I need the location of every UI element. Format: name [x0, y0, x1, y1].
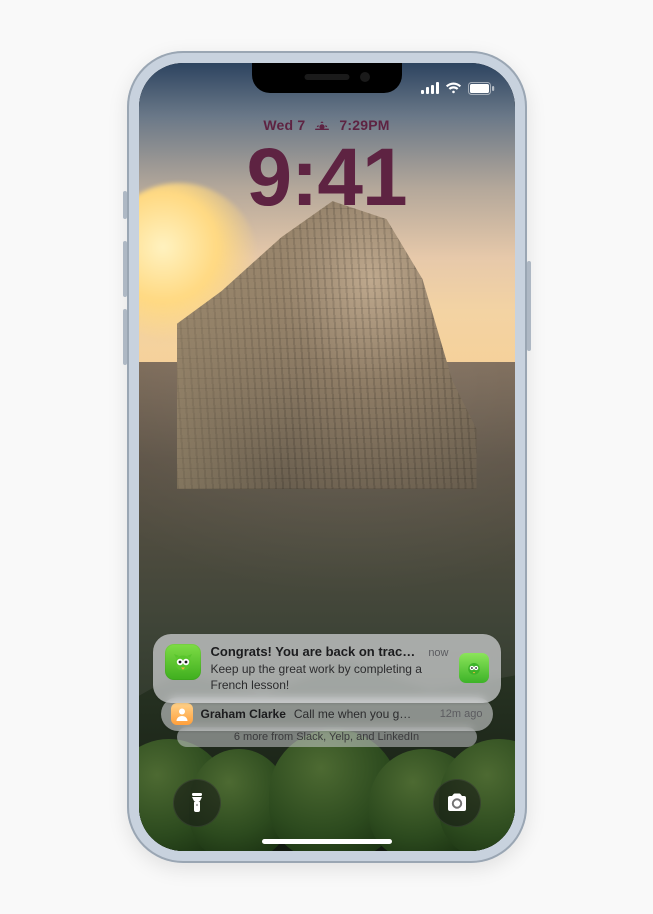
sunset-icon — [315, 119, 329, 131]
notch — [252, 63, 402, 93]
notif-body: Keep up the great work by completing a F… — [211, 661, 449, 693]
lock-header: Wed 7 7:29PM — [139, 117, 515, 219]
lock-date-row[interactable]: Wed 7 7:29PM — [263, 117, 389, 133]
battery-icon — [468, 82, 495, 95]
notification-more-label: 6 more from Slack, Yelp, and LinkedIn — [234, 731, 419, 743]
notification-stack[interactable]: Congrats! You are back on track! 👋 now K… — [153, 634, 501, 757]
device-stage: Wed 7 7:29PM — [0, 0, 653, 914]
home-indicator[interactable] — [262, 839, 392, 844]
lock-sunset-label: 7:29PM — [339, 117, 389, 133]
lock-day-label: Wed 7 — [263, 117, 305, 133]
camera-icon — [445, 793, 469, 813]
wifi-icon — [445, 82, 462, 94]
camera-button[interactable] — [433, 779, 481, 827]
notification-primary[interactable]: Congrats! You are back on track! 👋 now K… — [153, 634, 501, 703]
notif-sender: Graham Clarke — [201, 707, 286, 721]
mute-switch[interactable] — [123, 191, 127, 219]
volume-up-button[interactable] — [123, 241, 127, 297]
notif-time: 12m ago — [440, 708, 483, 720]
status-right — [421, 82, 495, 95]
screen: Wed 7 7:29PM — [139, 63, 515, 851]
cellular-icon — [421, 82, 439, 94]
phone-frame: Wed 7 7:29PM — [127, 51, 527, 863]
duolingo-owl-icon — [459, 653, 489, 683]
notif-preview: Call me when you g… — [294, 707, 432, 721]
lock-bottom-controls — [139, 779, 515, 827]
flashlight-button[interactable] — [173, 779, 221, 827]
person-avatar-icon — [171, 703, 193, 725]
power-button[interactable] — [527, 261, 531, 351]
lock-clock: 9:41 — [139, 137, 515, 219]
duolingo-icon — [165, 644, 201, 680]
flashlight-icon — [187, 792, 207, 814]
volume-down-button[interactable] — [123, 309, 127, 365]
notif-time: now — [428, 647, 448, 659]
notif-title: Congrats! You are back on track! 👋 — [211, 644, 421, 660]
